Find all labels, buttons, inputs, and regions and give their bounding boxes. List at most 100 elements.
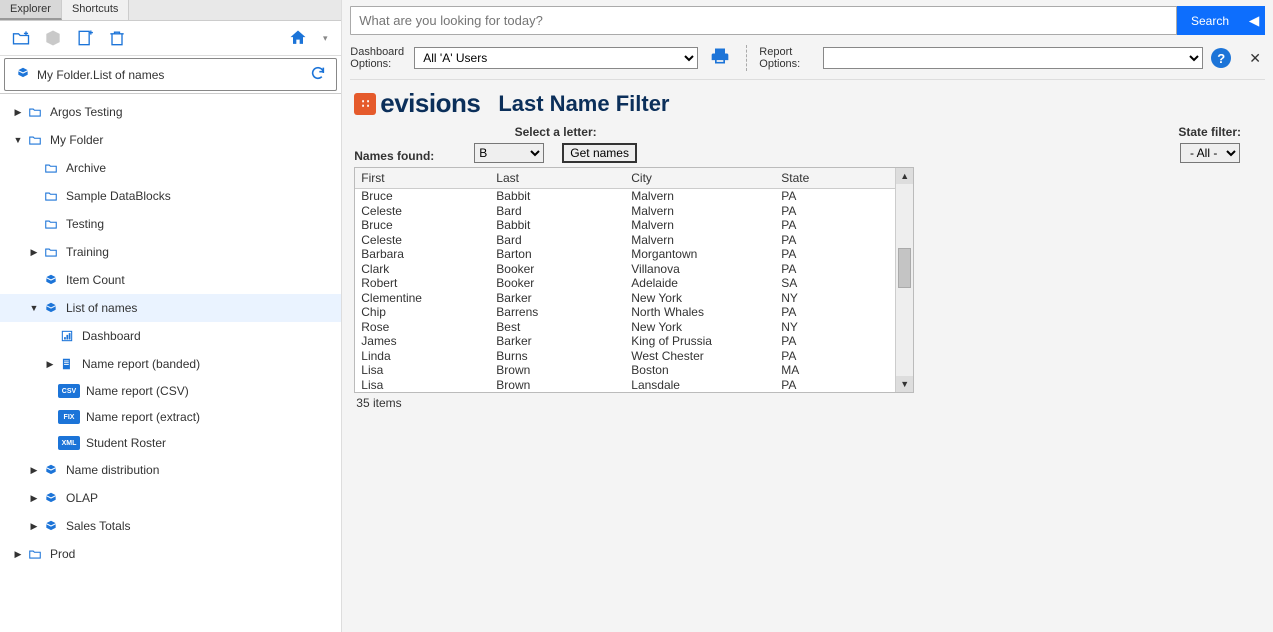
new-folder-icon[interactable] xyxy=(10,27,32,49)
tree-item[interactable]: ▼List of names xyxy=(0,294,341,322)
cell-last: Best xyxy=(490,320,625,335)
tree-item-label: Dashboard xyxy=(82,329,141,343)
new-doc-icon[interactable] xyxy=(74,27,96,49)
tree-item[interactable]: ▶Dashboard xyxy=(0,322,341,350)
folder-icon xyxy=(42,188,60,204)
scroll-up-icon[interactable]: ▲ xyxy=(896,168,913,184)
tree-item-label: Sales Totals xyxy=(66,519,130,533)
cube-icon xyxy=(42,272,60,288)
folder-icon xyxy=(26,546,44,562)
twisty-icon[interactable]: ▶ xyxy=(28,493,40,504)
scroll-thumb[interactable] xyxy=(898,248,911,288)
letter-select[interactable]: B xyxy=(474,143,544,163)
tree-item[interactable]: ▶Name report (banded) xyxy=(0,350,341,378)
state-select[interactable]: - All - xyxy=(1180,143,1240,163)
tree-item-label: Name report (extract) xyxy=(86,410,200,424)
folder-icon xyxy=(26,132,44,148)
tree-item[interactable]: ▶FIXName report (extract) xyxy=(0,404,341,430)
close-panel-icon[interactable]: ✕ xyxy=(1245,50,1265,67)
tree-item[interactable]: ▶Name distribution xyxy=(0,456,341,484)
tree-item[interactable]: ▶XMLStudent Roster xyxy=(0,430,341,456)
tree-item[interactable]: ▶Sample DataBlocks xyxy=(0,182,341,210)
twisty-icon[interactable]: ▶ xyxy=(12,549,24,560)
tree-item[interactable]: ▶CSVName report (CSV) xyxy=(0,378,341,404)
cell-last: Booker xyxy=(490,276,625,291)
tree-item[interactable]: ▶Testing xyxy=(0,210,341,238)
grid-scrollbar[interactable]: ▲ ▼ xyxy=(895,168,913,392)
cell-city: West Chester xyxy=(625,349,775,364)
cell-first: Lisa xyxy=(355,378,490,393)
table-row[interactable]: ClarkBookerVillanovaPA xyxy=(355,262,895,277)
tree-item[interactable]: ▶ OLAP xyxy=(0,484,341,512)
twisty-icon[interactable]: ▶ xyxy=(44,359,56,370)
tree-item[interactable]: ▼My Folder xyxy=(0,126,341,154)
report-options-select[interactable] xyxy=(823,47,1203,69)
cell-state: NY xyxy=(775,320,875,335)
home-icon[interactable] xyxy=(287,27,309,49)
cell-city: Malvern xyxy=(625,189,775,204)
tree-item-label: Name report (CSV) xyxy=(86,384,189,398)
refresh-icon[interactable] xyxy=(310,65,326,84)
tree-item[interactable]: ▶Prod xyxy=(0,540,341,568)
twisty-icon[interactable]: ▼ xyxy=(12,135,24,145)
col-city[interactable]: City xyxy=(625,168,775,188)
evisions-logo: ∷ evisions xyxy=(354,88,480,119)
tree-item-label: Sample DataBlocks xyxy=(66,189,171,203)
print-icon[interactable] xyxy=(710,46,730,71)
table-row[interactable]: JamesBarkerKing of PrussiaPA xyxy=(355,334,895,349)
table-row[interactable]: ChipBarrensNorth WhalesPA xyxy=(355,305,895,320)
table-row[interactable]: BarbaraBartonMorgantownPA xyxy=(355,247,895,262)
delete-icon[interactable] xyxy=(106,27,128,49)
twisty-icon[interactable]: ▼ xyxy=(28,303,40,313)
get-names-button[interactable]: Get names xyxy=(562,143,637,163)
search-input[interactable] xyxy=(350,6,1177,35)
search-bar: Search ◀ xyxy=(350,6,1265,35)
scroll-down-icon[interactable]: ▼ xyxy=(896,376,913,392)
side-tabs: Explorer Shortcuts xyxy=(0,0,341,21)
col-state[interactable]: State xyxy=(775,168,875,188)
tree-item[interactable]: ▶ Sales Totals xyxy=(0,512,341,540)
tree-item-label: Item Count xyxy=(66,273,125,287)
dashboard-content: ∷ evisions Last Name Filter Names found:… xyxy=(350,80,1265,421)
tree-item[interactable]: ▶ Training xyxy=(0,238,341,266)
col-first[interactable]: First xyxy=(355,168,490,188)
cell-city: Adelaide xyxy=(625,276,775,291)
table-row[interactable]: ClementineBarkerNew YorkNY xyxy=(355,291,895,306)
table-row[interactable]: LindaBurnsWest ChesterPA xyxy=(355,349,895,364)
tree-item[interactable]: ▶Item Count xyxy=(0,266,341,294)
table-row[interactable]: RoseBestNew YorkNY xyxy=(355,320,895,335)
twisty-icon[interactable]: ▶ xyxy=(28,465,40,476)
tab-shortcuts[interactable]: Shortcuts xyxy=(62,0,129,20)
new-cube-icon[interactable] xyxy=(42,27,64,49)
cell-first: Rose xyxy=(355,320,490,335)
cell-first: Clementine xyxy=(355,291,490,306)
table-row[interactable]: BruceBabbitMalvernPA xyxy=(355,218,895,233)
twisty-icon[interactable]: ▶ xyxy=(12,107,24,118)
tree-item-label: OLAP xyxy=(66,491,98,505)
table-row[interactable]: CelesteBardMalvernPA xyxy=(355,204,895,219)
table-row[interactable]: LisaBrownLansdalePA xyxy=(355,378,895,393)
search-collapse-icon[interactable]: ◀ xyxy=(1243,6,1265,35)
table-row[interactable]: RobertBookerAdelaideSA xyxy=(355,276,895,291)
col-last[interactable]: Last xyxy=(490,168,625,188)
cell-last: Barker xyxy=(490,291,625,306)
cell-first: Celeste xyxy=(355,204,490,219)
table-row[interactable]: BruceBabbitMalvernPA xyxy=(355,189,895,204)
help-icon[interactable]: ? xyxy=(1211,48,1231,68)
tab-explorer[interactable]: Explorer xyxy=(0,0,62,20)
home-dropdown-icon[interactable]: ▾ xyxy=(319,27,331,49)
tree-item-label: Training xyxy=(66,245,109,259)
tree-item[interactable]: ▶Archive xyxy=(0,154,341,182)
twisty-icon[interactable]: ▶ xyxy=(28,521,40,532)
tree-item-label: Student Roster xyxy=(86,436,166,450)
twisty-icon[interactable]: ▶ xyxy=(28,247,40,258)
cell-last: Burns xyxy=(490,349,625,364)
table-row[interactable]: CelesteBardMalvernPA xyxy=(355,233,895,248)
tree-item[interactable]: ▶Argos Testing xyxy=(0,98,341,126)
dashboard-options-select[interactable]: All 'A' Users xyxy=(414,47,698,69)
cell-state: PA xyxy=(775,262,875,277)
options-bar: Dashboard Options: All 'A' Users Report … xyxy=(350,41,1265,80)
select-letter-label: Select a letter: xyxy=(515,125,597,139)
table-row[interactable]: LisaBrownBostonMA xyxy=(355,363,895,378)
search-button[interactable]: Search xyxy=(1177,6,1243,35)
